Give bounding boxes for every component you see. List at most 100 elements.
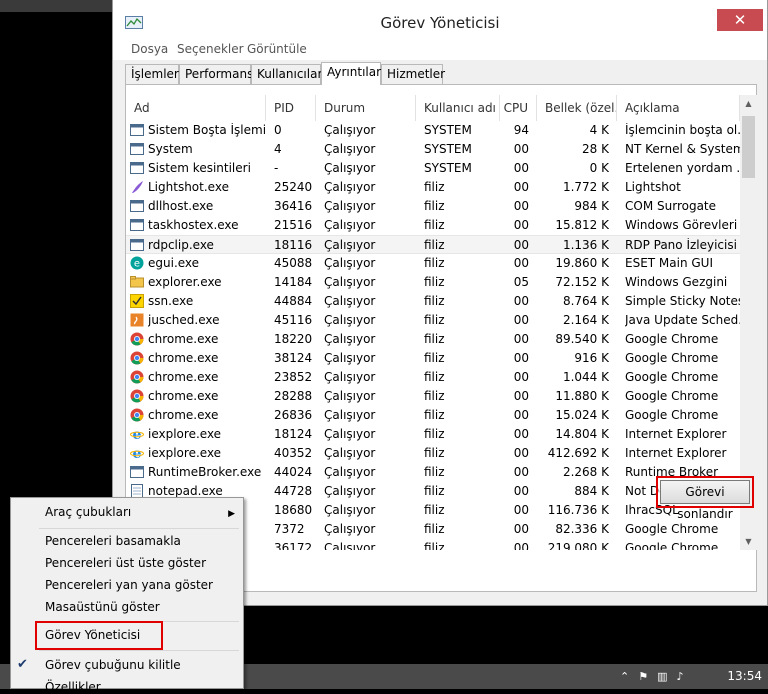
menu-item-show-desktop[interactable]: Masaüstünü göster [45, 600, 160, 614]
grid-header: Ad PID Durum Kullanıcı adı CPU Bellek (ö… [126, 95, 757, 121]
table-row[interactable]: jusched.exe 45116 Çalışıyor filiz 00 2.164 K J… [126, 311, 744, 330]
window-title: Görev Yöneticisi [380, 14, 500, 32]
menu-item-cascade[interactable]: Pencereleri basamakla [45, 534, 181, 548]
folder-icon [130, 276, 144, 288]
table-row[interactable]: e iexplore.exe 40352 Çalışıyor filiz 00 412.69… [126, 444, 744, 463]
cell-cpu: 00 [513, 351, 529, 365]
cell-username: filiz [424, 199, 445, 213]
table-row[interactable]: ssn.exe 44884 Çalışıyor filiz 00 8.764 K Simpl… [126, 292, 744, 311]
speaker-icon[interactable]: ♪ [677, 670, 693, 683]
col-status[interactable]: Durum [316, 95, 416, 121]
table-row[interactable]: Sistem kesintileri - Çalışıyor SYSTEM 00 0 K E… [126, 159, 744, 178]
tab-services[interactable]: Hizmetler [381, 64, 445, 84]
cell-cpu: 00 [513, 218, 529, 232]
cell-status: Çalışıyor [324, 161, 376, 175]
end-task-button[interactable]: Görevi sonlandır [660, 480, 750, 521]
submenu-arrow-icon: ▶ [228, 509, 235, 519]
menu-item-side-by-side[interactable]: Pencereleri yan yana göster [45, 578, 213, 592]
chevron-up-icon[interactable]: ⌃ [620, 670, 638, 683]
cell-description: Java Update Sched... [625, 313, 740, 327]
title-bar[interactable]: Görev Yöneticisi ✕ [113, 0, 767, 40]
table-row[interactable]: chrome.exe 28288 Çalışıyor filiz 00 11.880 K G… [126, 387, 744, 406]
cell-description: Internet Explorer [625, 446, 727, 460]
svg-text:e: e [133, 446, 142, 460]
scroll-down-icon[interactable]: ▼ [740, 533, 757, 550]
feather-icon [132, 181, 143, 193]
cell-cpu: 00 [513, 408, 529, 422]
menu-item-stack[interactable]: Pencereleri üst üste göster [45, 556, 206, 570]
table-row[interactable]: RuntimeBroker.exe 44024 Çalışıyor filiz 00 2.… [126, 463, 744, 482]
tab-details[interactable]: Ayrıntılar [321, 62, 381, 85]
cell-status: Çalışıyor [324, 256, 376, 270]
menu-file[interactable]: Dosya [131, 42, 168, 56]
cell-username: SYSTEM [424, 142, 472, 156]
tray-icons[interactable]: ⌃⚑▥♪ [620, 670, 693, 683]
cell-cpu: 00 [513, 522, 529, 536]
cell-pid: 26836 [274, 408, 313, 422]
cell-cpu: 00 [513, 541, 529, 550]
table-row[interactable]: taskhostex.exe 21516 Çalışıyor filiz 00 15.81… [126, 216, 744, 235]
table-row[interactable]: dllhost.exe 36416 Çalışıyor filiz 00 984 K COM… [126, 197, 744, 216]
table-row[interactable]: rdpclip.exe 18116 Çalışıyor filiz 00 1.136 K R… [126, 235, 744, 254]
window-icon [130, 466, 144, 478]
cell-name: dllhost.exe [148, 199, 214, 213]
table-row[interactable]: Sistem Boşta İşlemi 0 Çalışıyor SYSTEM 94 4 K… [126, 121, 744, 140]
eset-icon: e [130, 256, 144, 270]
scroll-thumb[interactable] [742, 116, 755, 178]
menu-options[interactable]: Seçenekler [177, 42, 244, 56]
java-icon [130, 313, 144, 327]
tab-processes[interactable]: İşlemler [125, 64, 179, 84]
cell-status: Çalışıyor [324, 446, 376, 460]
cell-name: taskhostex.exe [148, 218, 239, 232]
col-pid[interactable]: PID [266, 95, 316, 121]
cell-pid: 18680 [274, 503, 313, 517]
table-row[interactable]: chrome.exe 26836 Çalışıyor filiz 00 15.024 K G… [126, 406, 744, 425]
table-row[interactable]: Lightshot.exe 25240 Çalışıyor filiz 00 1.772 … [126, 178, 744, 197]
cell-description: Google Chrome [625, 351, 719, 365]
table-row[interactable]: chrome.exe 23852 Çalışıyor filiz 00 1.044 K Go… [126, 368, 744, 387]
table-row[interactable]: System 4 Çalışıyor SYSTEM 00 28 K NT Kernel & … [126, 140, 744, 159]
col-username[interactable]: Kullanıcı adı [416, 95, 500, 121]
flag-icon[interactable]: ⚑ [638, 670, 657, 683]
cell-pid: 4 [274, 142, 282, 156]
col-cpu[interactable]: CPU [500, 95, 537, 121]
close-button[interactable]: ✕ [717, 9, 763, 31]
chrome-icon [130, 370, 144, 384]
cell-pid: 18116 [274, 238, 313, 252]
cell-pid: 36172 [274, 541, 313, 550]
cell-status: Çalışıyor [324, 294, 376, 308]
table-row[interactable]: e egui.exe 45088 Çalışıyor filiz 00 19.860 K ES… [126, 254, 744, 273]
network-icon[interactable]: ▥ [657, 670, 676, 683]
scroll-up-icon[interactable]: ▲ [740, 95, 757, 112]
table-row[interactable]: chrome.exe 38124 Çalışıyor filiz 00 916 K Goog… [126, 349, 744, 368]
taskbar-clock[interactable]: 13:54 [727, 669, 762, 683]
cell-name: egui.exe [148, 256, 200, 270]
cell-cpu: 00 [513, 389, 529, 403]
col-description[interactable]: Açıklama [617, 95, 740, 121]
cell-memory: 884 K [574, 484, 609, 498]
cell-status: Çalışıyor [324, 332, 376, 346]
menu-view[interactable]: Görüntüle [247, 42, 307, 56]
cell-description: NT Kernel & System [625, 142, 740, 156]
col-name[interactable]: Ad [126, 95, 266, 121]
table-row[interactable]: explorer.exe 14184 Çalışıyor filiz 05 72.152 … [126, 273, 744, 292]
cell-cpu: 00 [513, 313, 529, 327]
cell-memory: 4 K [589, 123, 609, 137]
cell-pid: 7372 [274, 522, 305, 536]
cell-pid: 44024 [274, 465, 313, 479]
tab-performance[interactable]: Performans [179, 64, 253, 84]
cell-memory: 82.336 K [555, 522, 609, 536]
cell-name: chrome.exe [148, 408, 219, 422]
tab-users[interactable]: Kullanıcılar [251, 64, 322, 84]
cell-name: ssn.exe [148, 294, 194, 308]
col-memory[interactable]: Bellek (özel... [537, 95, 617, 121]
menu-item-toolbars[interactable]: Araç çubukları [45, 505, 131, 519]
menu-item-lock-taskbar[interactable]: Görev çubuğunu kilitle [45, 658, 181, 672]
menu-item-properties[interactable]: Özellikler [45, 680, 101, 694]
cell-cpu: 00 [513, 427, 529, 441]
svg-text:e: e [134, 259, 140, 270]
cell-name: notepad.exe [148, 484, 223, 498]
menu-separator [39, 528, 239, 529]
table-row[interactable]: e iexplore.exe 18124 Çalışıyor filiz 00 14.804… [126, 425, 744, 444]
table-row[interactable]: chrome.exe 18220 Çalışıyor filiz 00 89.540 K G… [126, 330, 744, 349]
